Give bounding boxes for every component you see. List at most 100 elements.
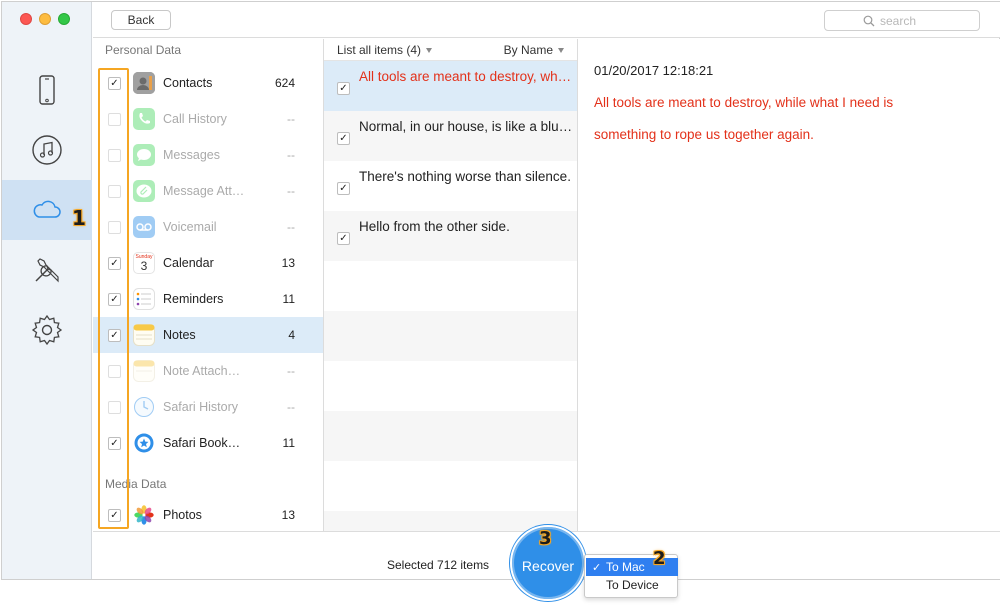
safari-history-icon [133, 396, 155, 418]
category-count: -- [287, 364, 295, 378]
sidebar-item-device[interactable] [2, 60, 92, 120]
search-box[interactable] [824, 10, 980, 31]
category-name: Notes [163, 328, 196, 342]
step-badge-1: 1 [72, 206, 86, 230]
category-name: Safari Book… [163, 436, 241, 450]
list-item[interactable]: ✓ Hello from the other side. [324, 211, 577, 261]
close-window-button[interactable] [20, 13, 32, 25]
category-checkbox[interactable] [108, 184, 121, 198]
category-panel: Personal Data ✓ Contacts 624 Call Histor… [93, 39, 324, 531]
sort-label: By Name [503, 43, 553, 57]
category-row-photos[interactable]: ✓ Photos 13 [93, 497, 323, 531]
category-name: Voicemail [163, 220, 217, 234]
list-item[interactable]: ✓ All tools are meant to destroy, while … [324, 61, 577, 111]
list-item-text: Normal, in our house, is like a blue moo… [359, 119, 574, 134]
category-checkbox[interactable] [108, 220, 121, 234]
checkmark-icon: ✓ [592, 561, 602, 574]
category-count: -- [287, 112, 295, 126]
sidebar: 1 [2, 2, 92, 579]
section-label-media: Media Data [105, 477, 167, 491]
item-checkbox[interactable]: ✓ [337, 82, 350, 95]
photos-icon [133, 504, 155, 526]
menu-item-to-device[interactable]: To Device [586, 576, 678, 594]
sidebar-item-settings[interactable] [2, 300, 92, 360]
selected-count-text: Selected 712 items [387, 558, 490, 572]
category-row-safari-bookmarks[interactable]: ✓ Safari Book… 11 [93, 425, 323, 461]
zoom-window-button[interactable] [58, 13, 70, 25]
category-row-calendar[interactable]: ✓ Sunday 3 Calendar 13 [93, 245, 323, 281]
menu-item-label: To Device [606, 578, 659, 592]
app-window: 1 Back Personal Data ✓ Contacts 624 Call… [1, 1, 1000, 601]
sidebar-item-tools[interactable] [2, 240, 92, 300]
category-name: Contacts [163, 76, 213, 90]
category-count: 11 [282, 292, 295, 306]
gear-icon [31, 314, 63, 346]
item-checkbox[interactable]: ✓ [337, 182, 350, 195]
note-body: All tools are meant to destroy, while wh… [594, 95, 894, 142]
list-item[interactable]: ✓ There's nothing worse than silence. [324, 161, 577, 211]
calendar-day-number: 3 [140, 259, 148, 273]
phone-icon [133, 108, 155, 130]
category-count: -- [287, 220, 295, 234]
reminders-icon [133, 288, 155, 310]
category-checkbox[interactable]: ✓ [108, 508, 121, 522]
list-filter-dropdown[interactable]: List all items (4) [337, 43, 433, 57]
category-name: Reminders [163, 292, 224, 306]
list-filter-label: List all items (4) [337, 43, 422, 57]
category-row-notes[interactable]: ✓ Notes 4 [93, 317, 323, 353]
contacts-icon [133, 72, 155, 94]
safari-bookmark-icon [133, 432, 155, 454]
category-row-note-attachments[interactable]: Note Attach… -- [93, 353, 323, 389]
chevron-down-icon [426, 48, 433, 53]
section-label-personal: Personal Data [105, 43, 182, 57]
iphone-icon [39, 75, 55, 105]
category-count: 4 [288, 328, 295, 342]
category-checkbox[interactable]: ✓ [108, 328, 121, 342]
list-item[interactable]: ✓ Normal, in our house, is like a blue m… [324, 111, 577, 161]
category-count: -- [287, 400, 295, 414]
category-checkbox[interactable] [108, 112, 121, 126]
list-item-text: All tools are meant to destroy, while wh… [359, 69, 574, 84]
category-count: -- [287, 184, 295, 198]
category-name: Photos [163, 508, 202, 522]
chevron-down-icon [558, 48, 564, 53]
step-badge-3: 3 [539, 528, 552, 549]
category-checkbox[interactable] [108, 400, 121, 414]
messages-icon [133, 144, 155, 166]
step-badge-2: 2 [653, 548, 666, 569]
item-checkbox[interactable]: ✓ [337, 132, 350, 145]
sort-dropdown[interactable]: By Name [504, 43, 564, 57]
category-checkbox[interactable]: ✓ [108, 256, 121, 270]
category-count: 624 [274, 76, 295, 90]
category-checkbox[interactable] [108, 364, 121, 378]
category-row-call-history[interactable]: Call History -- [93, 101, 323, 137]
category-row-message-attachments[interactable]: Message Att… -- [93, 173, 323, 209]
category-row-messages[interactable]: Messages -- [93, 137, 323, 173]
category-row-voicemail[interactable]: Voicemail -- [93, 209, 323, 245]
category-checkbox[interactable]: ✓ [108, 76, 121, 90]
note-attachment-icon [133, 360, 155, 382]
category-name: Safari History [163, 400, 239, 414]
search-icon [863, 15, 875, 27]
search-input[interactable] [880, 13, 980, 28]
category-checkbox[interactable] [108, 148, 121, 162]
calendar-icon: Sunday 3 [133, 252, 155, 274]
detail-pane: 01/20/2017 12:18:21 All tools are meant … [579, 39, 1000, 531]
category-checkbox[interactable]: ✓ [108, 292, 121, 306]
category-name: Call History [163, 112, 227, 126]
back-button[interactable]: Back [111, 10, 171, 30]
cloud-icon [33, 200, 61, 218]
tools-icon [35, 258, 59, 283]
category-name: Messages [163, 148, 220, 162]
sidebar-item-music[interactable] [2, 120, 92, 180]
voicemail-icon [133, 216, 155, 238]
list-header: List all items (4) By Name [324, 39, 577, 61]
category-checkbox[interactable]: ✓ [108, 436, 121, 450]
category-row-reminders[interactable]: ✓ Reminders 11 [93, 281, 323, 317]
note-date: 01/20/2017 12:18:21 [594, 63, 714, 78]
empty-row [324, 411, 577, 461]
item-checkbox[interactable]: ✓ [337, 232, 350, 245]
minimize-window-button[interactable] [39, 13, 51, 25]
category-row-safari-history[interactable]: Safari History -- [93, 389, 323, 425]
category-row-contacts[interactable]: ✓ Contacts 624 [93, 65, 323, 101]
